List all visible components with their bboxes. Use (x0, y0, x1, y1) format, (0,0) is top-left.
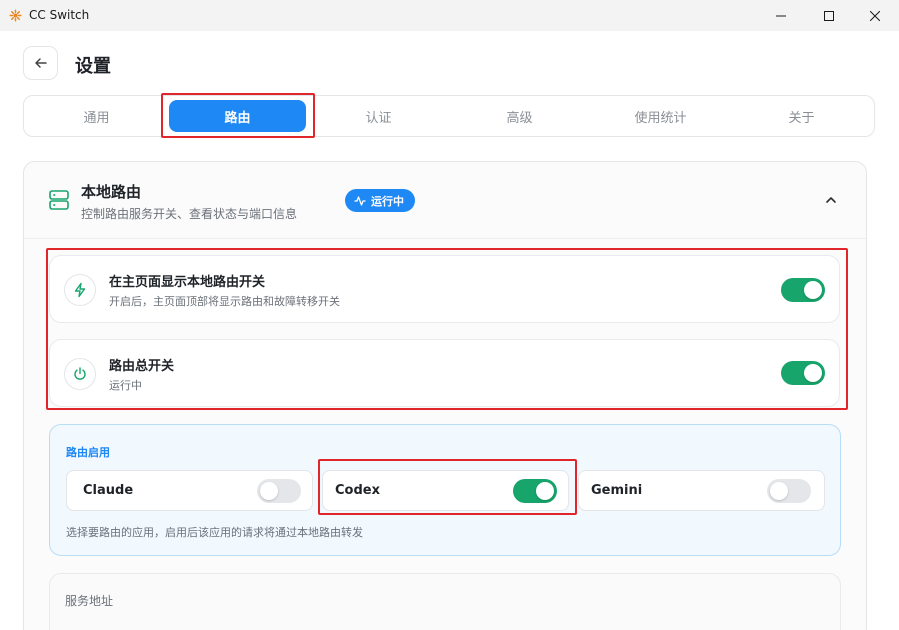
gemini-toggle[interactable] (767, 479, 811, 503)
status-badge: 运行中 (345, 189, 415, 212)
toggle-knob (770, 482, 788, 500)
status-badge-label: 运行中 (371, 194, 404, 208)
toggle-knob (260, 482, 278, 500)
toggle-knob (804, 281, 822, 299)
app-logo-icon (9, 9, 22, 22)
toggle-knob (804, 364, 822, 382)
power-icon (74, 367, 86, 380)
minimize-button[interactable] (758, 0, 804, 31)
server-icon (49, 190, 69, 210)
app-name: Claude (83, 483, 134, 498)
tab-advanced[interactable]: 高级 (451, 100, 588, 132)
routing-apps-panel: 路由启用 Claude Codex Gemini 选择要路由的应用，启用后该应用… (49, 424, 841, 556)
setting-title: 在主页面显示本地路由开关 (109, 275, 266, 290)
setting-subtitle: 开启后，主页面顶部将显示路由和故障转移开关 (109, 295, 340, 308)
routing-apps-label: 路由启用 (66, 446, 110, 459)
arrow-left-icon (34, 58, 47, 68)
minimize-icon (776, 15, 786, 16)
settings-tabs: 通用 路由 认证 高级 使用统计 关于 (23, 95, 875, 137)
app-card-codex: Codex (322, 470, 569, 511)
tab-usage-stats[interactable]: 使用统计 (592, 100, 729, 132)
claude-toggle[interactable] (257, 479, 301, 503)
maximize-icon (824, 10, 834, 21)
row-icon-wrap (64, 274, 96, 306)
setting-row-show-toggle: 在主页面显示本地路由开关 开启后，主页面顶部将显示路由和故障转移开关 (49, 255, 840, 323)
show-routing-toggle[interactable] (781, 278, 825, 302)
master-routing-toggle[interactable] (781, 361, 825, 385)
activity-icon (354, 195, 366, 206)
page-title: 设置 (75, 56, 111, 77)
tab-auth[interactable]: 认证 (310, 100, 447, 132)
setting-subtitle: 运行中 (109, 379, 142, 392)
title-bar: CC Switch (0, 0, 899, 31)
tab-routing[interactable]: 路由 (169, 100, 306, 132)
setting-row-master-switch: 路由总开关 运行中 (49, 339, 840, 407)
app-name: Gemini (591, 483, 643, 498)
routing-apps-hint: 选择要路由的应用，启用后该应用的请求将通过本地路由转发 (66, 526, 363, 539)
row-icon-wrap (64, 358, 96, 390)
setting-title: 路由总开关 (109, 359, 175, 374)
app-card-gemini: Gemini (578, 470, 825, 511)
service-address-label: 服务地址 (65, 594, 114, 608)
codex-toggle[interactable] (513, 479, 557, 503)
toggle-knob (536, 482, 554, 500)
back-button[interactable] (23, 46, 58, 80)
section-title: 本地路由 (81, 183, 142, 201)
card-header[interactable]: 本地路由 控制路由服务开关、查看状态与端口信息 运行中 (24, 162, 866, 239)
maximize-button[interactable] (806, 0, 852, 31)
close-button[interactable] (852, 0, 898, 31)
app-name: Codex (335, 483, 380, 498)
section-subtitle: 控制路由服务开关、查看状态与端口信息 (81, 207, 298, 221)
app-card-claude: Claude (66, 470, 313, 511)
tab-general[interactable]: 通用 (28, 100, 165, 132)
service-address-panel: 服务地址 (49, 573, 841, 630)
close-icon (870, 10, 880, 21)
tab-about[interactable]: 关于 (733, 100, 870, 132)
lightning-icon (74, 282, 86, 298)
chevron-up-icon[interactable] (824, 193, 838, 207)
window-title: CC Switch (29, 8, 90, 22)
